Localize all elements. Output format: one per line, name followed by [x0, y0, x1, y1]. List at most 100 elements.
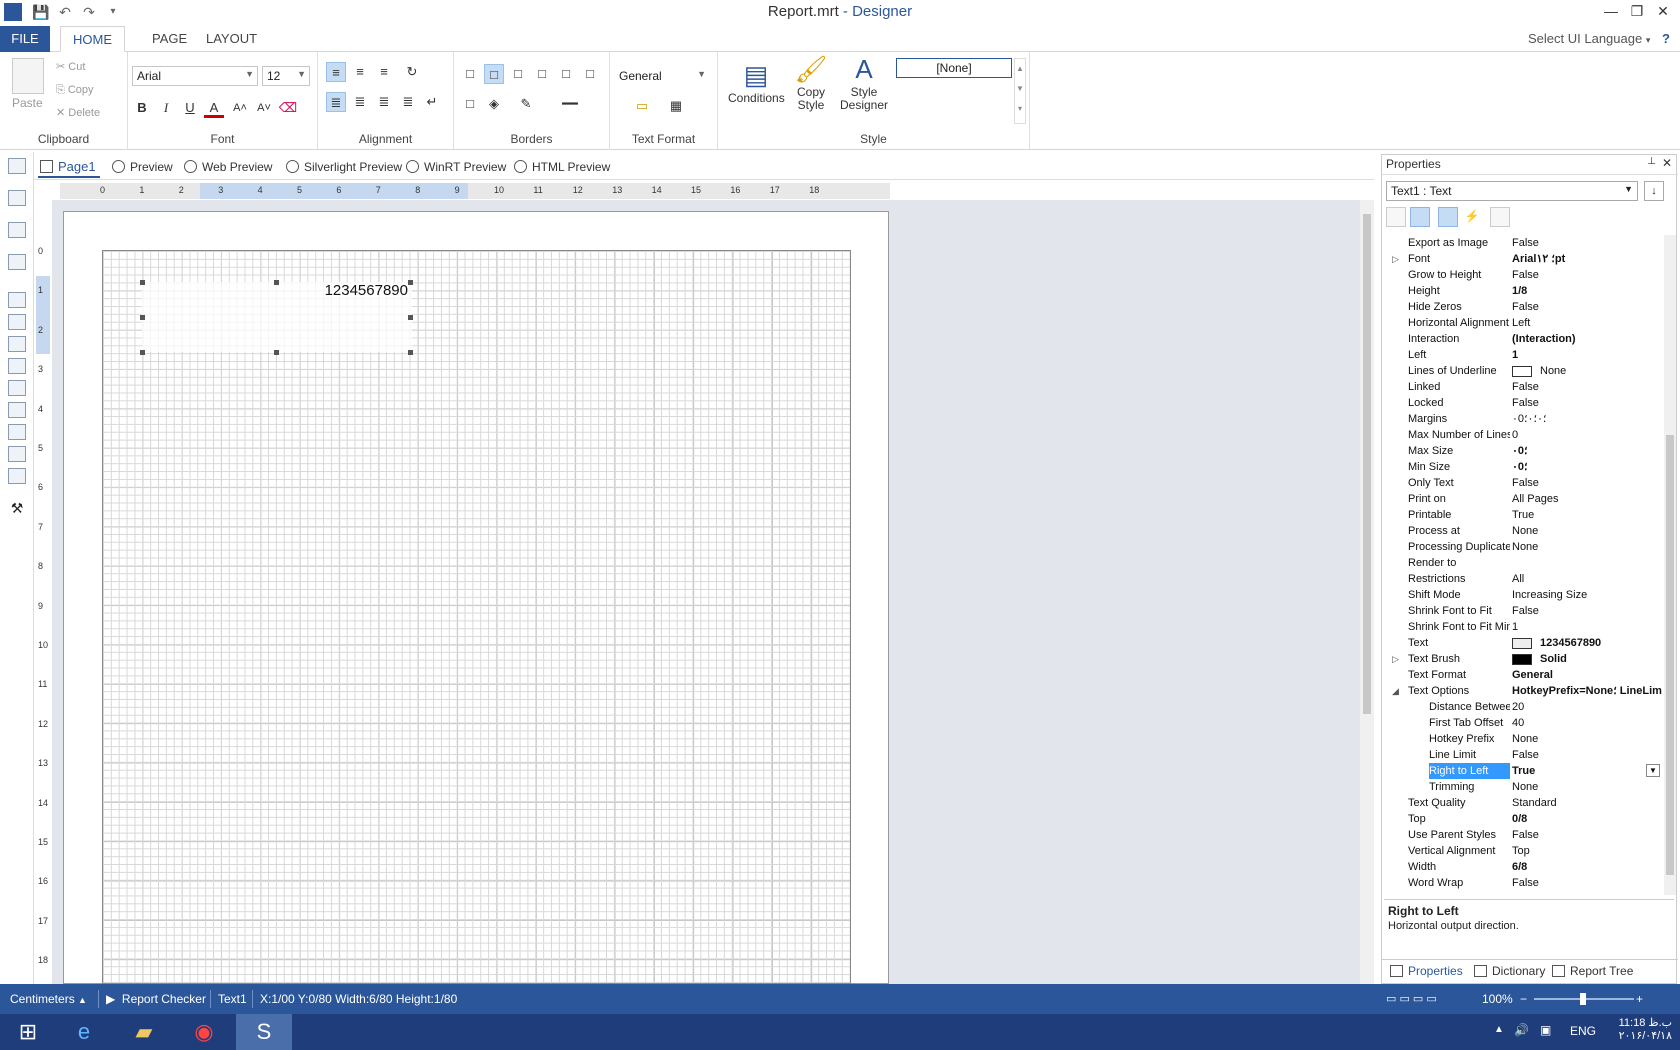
copy-button[interactable]: ⎘ Copy: [56, 84, 94, 97]
property-value[interactable]: Solid: [1512, 651, 1662, 667]
tab-layout[interactable]: LAYOUT: [194, 26, 269, 52]
cut-button[interactable]: ✂ Cut: [56, 60, 85, 73]
help-button[interactable]: ?: [1650, 26, 1680, 52]
font-color-button[interactable]: A: [204, 98, 224, 118]
property-row[interactable]: Use Parent Styles False: [1384, 827, 1664, 843]
property-grid-scrollbar[interactable]: [1664, 235, 1676, 895]
property-value[interactable]: False: [1512, 603, 1662, 619]
align-top-icon[interactable]: ≡: [326, 62, 346, 82]
bold-button[interactable]: B: [132, 98, 152, 118]
property-row[interactable]: Word Wrap False: [1384, 875, 1664, 891]
align-right-icon[interactable]: ≣: [374, 92, 394, 112]
property-value[interactable]: General: [1512, 667, 1662, 683]
property-row[interactable]: Max Size ۰؛0: [1384, 443, 1664, 459]
delete-button[interactable]: ✕ Delete: [56, 106, 100, 119]
property-row[interactable]: Only Text False: [1384, 475, 1664, 491]
property-value[interactable]: 1/8: [1512, 283, 1662, 299]
property-row[interactable]: Linked False: [1384, 379, 1664, 395]
panel-icon[interactable]: [8, 380, 26, 396]
property-value[interactable]: True: [1512, 763, 1662, 779]
property-row[interactable]: Margins ۰؛۰؛۰؛0: [1384, 411, 1664, 427]
property-row[interactable]: Shift Mode Increasing Size: [1384, 587, 1664, 603]
align-left-icon[interactable]: ≣: [326, 92, 346, 112]
property-value[interactable]: (Interaction): [1512, 331, 1662, 347]
property-row[interactable]: Export as Image False: [1384, 235, 1664, 251]
tab-file[interactable]: FILE: [0, 26, 50, 52]
table-icon[interactable]: [8, 314, 26, 330]
border-all-icon[interactable]: □: [460, 64, 480, 84]
property-value[interactable]: ۰؛0: [1512, 459, 1662, 475]
property-value[interactable]: None: [1512, 523, 1662, 539]
property-row[interactable]: Hotkey Prefix None: [1384, 731, 1664, 747]
zoom-slider-thumb[interactable]: [1580, 993, 1586, 1005]
language-indicator[interactable]: ENG: [1570, 1024, 1596, 1038]
chrome-icon[interactable]: ◉: [176, 1014, 232, 1050]
property-value[interactable]: Increasing Size: [1512, 587, 1662, 603]
network-icon[interactable]: ▣: [1540, 1023, 1551, 1037]
text-in-cells-icon[interactable]: [8, 446, 26, 462]
property-value[interactable]: 1: [1512, 619, 1662, 635]
picture-icon[interactable]: [8, 468, 26, 484]
align-middle-icon[interactable]: ≡: [350, 62, 370, 82]
property-row[interactable]: Hide Zeros False: [1384, 299, 1664, 315]
property-row[interactable]: Height 1/8: [1384, 283, 1664, 299]
property-row[interactable]: ▷ Font Arial؛ ۱۲pt: [1384, 251, 1664, 267]
property-value[interactable]: 6/8: [1512, 859, 1662, 875]
resize-handle[interactable]: [140, 350, 145, 355]
tray-expand-icon[interactable]: ▲: [1494, 1024, 1504, 1035]
property-value[interactable]: None: [1512, 539, 1662, 555]
property-row[interactable]: Horizontal Alignment Left: [1384, 315, 1664, 331]
date-format-icon[interactable]: ▦: [666, 96, 686, 116]
underline-button[interactable]: U: [180, 98, 200, 118]
property-value[interactable]: ۰؛0: [1512, 443, 1662, 459]
data-band-icon[interactable]: [8, 292, 26, 308]
property-row[interactable]: Shrink Font to Fit Minimum1: [1384, 619, 1664, 635]
property-value[interactable]: 1: [1512, 347, 1662, 363]
property-value[interactable]: 0/8: [1512, 811, 1662, 827]
events-icon[interactable]: ⚡: [1462, 207, 1482, 227]
tab-preview[interactable]: Preview: [110, 156, 173, 178]
ui-language-selector[interactable]: Select UI Language ▾: [1516, 26, 1662, 52]
property-value[interactable]: True: [1512, 507, 1662, 523]
border-style-icon[interactable]: □: [460, 94, 480, 114]
rotate-text-icon[interactable]: ↻: [402, 62, 422, 82]
categorized-icon[interactable]: [1386, 207, 1406, 227]
style-gallery-scroll[interactable]: ▲ ▼ ▾: [1014, 58, 1026, 124]
property-value[interactable]: None: [1512, 779, 1662, 795]
start-icon[interactable]: ⊞: [0, 1014, 56, 1050]
property-row[interactable]: Locked False: [1384, 395, 1664, 411]
report-checker-button[interactable]: ▶ Report Checker: [106, 992, 206, 1006]
property-row[interactable]: Restrictions All: [1384, 571, 1664, 587]
paste-button[interactable]: Paste: [12, 96, 43, 110]
clear-format-icon[interactable]: ⌫: [278, 98, 298, 118]
property-value[interactable]: Standard: [1512, 795, 1662, 811]
sub-report-icon[interactable]: [8, 424, 26, 440]
property-row[interactable]: Vertical Alignment Top: [1384, 843, 1664, 859]
property-value[interactable]: 1234567890: [1512, 635, 1662, 651]
border-right-icon[interactable]: □: [580, 64, 600, 84]
close-icon[interactable]: ✕: [1662, 156, 1672, 170]
border-color-icon[interactable]: ✎: [516, 94, 536, 114]
tab-report-tree[interactable]: Report Tree: [1552, 964, 1633, 978]
property-value[interactable]: False: [1512, 267, 1662, 283]
fill-color-icon[interactable]: ◈: [484, 94, 504, 114]
zoom-in-button[interactable]: +: [1636, 992, 1643, 1006]
italic-button[interactable]: I: [156, 98, 176, 118]
property-row[interactable]: Processing Duplicates None: [1384, 539, 1664, 555]
file-explorer-icon[interactable]: ▰: [116, 1014, 172, 1050]
property-value[interactable]: Arial؛ ۱۲pt: [1512, 251, 1662, 267]
tab-dictionary[interactable]: Dictionary: [1474, 964, 1545, 978]
property-row[interactable]: Text Quality Standard: [1384, 795, 1664, 811]
rich-text-icon[interactable]: [8, 358, 26, 374]
text-format-select[interactable]: General ▼: [614, 66, 710, 86]
property-value[interactable]: 40: [1512, 715, 1662, 731]
expand-icon[interactable]: ▷: [1392, 651, 1399, 667]
property-row[interactable]: Interaction (Interaction): [1384, 331, 1664, 347]
page-header-band-icon[interactable]: [8, 190, 26, 206]
property-value[interactable]: All: [1512, 571, 1662, 587]
property-row[interactable]: Left 1: [1384, 347, 1664, 363]
pin-icon[interactable]: ⊥: [1647, 156, 1656, 167]
property-row[interactable]: ◢ Text Options HotkeyPrefix=None؛ LineLimi…: [1384, 683, 1664, 699]
property-value[interactable]: False: [1512, 299, 1662, 315]
page-grid[interactable]: [102, 250, 851, 984]
